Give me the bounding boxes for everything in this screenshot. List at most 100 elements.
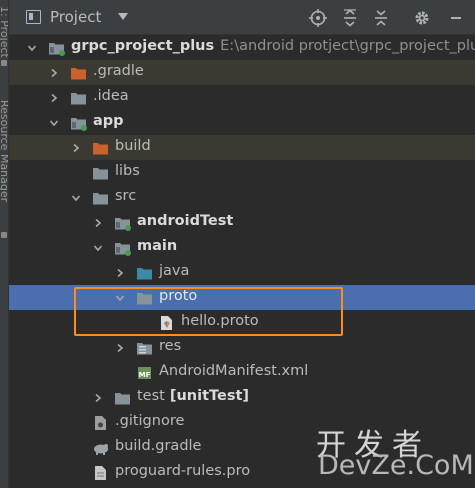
tree-row-main[interactable]: main bbox=[9, 235, 475, 260]
chevron-down-icon[interactable] bbox=[115, 293, 125, 303]
chevron-right-icon[interactable] bbox=[49, 93, 59, 103]
chevron-right-icon[interactable] bbox=[93, 218, 103, 228]
tree-row-gradle[interactable]: .gradle bbox=[9, 60, 475, 85]
gray-folder-icon bbox=[92, 190, 108, 206]
gray-folder-icon bbox=[70, 90, 86, 106]
tab-resource-manager[interactable]: Resource Manager bbox=[0, 100, 8, 202]
tree-item-label: hello.proto bbox=[181, 313, 259, 329]
res-folder-icon bbox=[136, 340, 152, 356]
tree-item-name: main bbox=[137, 238, 178, 254]
left-tool-strip: 1: Project Resource Manager bbox=[0, 0, 9, 488]
watermark: 开发者 DevZe.CoM bbox=[316, 420, 474, 486]
gradle-file-icon bbox=[92, 440, 108, 456]
tree-item-name: build.gradle bbox=[115, 438, 202, 454]
chevron-down-icon[interactable] bbox=[27, 43, 37, 53]
tree-item-name: res bbox=[159, 338, 182, 354]
tree-item-label: res bbox=[159, 338, 181, 354]
chevron-right-icon[interactable] bbox=[93, 393, 103, 403]
tree-row-libs[interactable]: libs bbox=[9, 160, 475, 185]
svg-text:MF: MF bbox=[139, 371, 151, 379]
tree-row-androidmanifest-xml[interactable]: MF AndroidManifest.xml bbox=[9, 360, 475, 385]
tree-item-name: hello.proto bbox=[181, 313, 259, 329]
tree-item-name: androidTest bbox=[137, 213, 234, 229]
tree-item-label: build.gradle bbox=[115, 438, 201, 454]
chevron-right-icon[interactable] bbox=[115, 343, 125, 353]
chevron-right-icon[interactable] bbox=[115, 268, 125, 278]
tree-item-label: proto bbox=[159, 288, 197, 304]
manifest-file-icon: MF bbox=[136, 365, 152, 381]
orange-folder-icon bbox=[70, 65, 86, 81]
tree-item-name: .gitignore bbox=[115, 413, 185, 429]
tree-item-name: build bbox=[115, 138, 151, 154]
strip-marker-icon bbox=[1, 232, 7, 238]
chevron-right-icon[interactable] bbox=[49, 68, 59, 78]
tree-item-name: proguard-rules.pro bbox=[115, 463, 251, 479]
module-folder-icon bbox=[70, 115, 87, 131]
tree-item-name: .gradle bbox=[93, 63, 144, 79]
tree-row-hello-proto[interactable]: hello.proto bbox=[9, 310, 475, 335]
tree-row-grpc-project-plus[interactable]: grpc_project_plus E:\android protject\grp… bbox=[9, 35, 475, 60]
tree-item-label: grpc_project_plus E:\android protject\grp… bbox=[71, 38, 475, 54]
tree-item-suffix: [unitTest] bbox=[169, 388, 250, 404]
tab-project[interactable]: 1: Project bbox=[0, 6, 8, 58]
tree-row-src[interactable]: src bbox=[9, 185, 475, 210]
tree-item-label: .gitignore bbox=[115, 413, 184, 429]
text-file-icon bbox=[92, 465, 108, 481]
tree-item-label: main bbox=[137, 238, 177, 254]
project-view-icon bbox=[26, 10, 41, 24]
locate-icon[interactable] bbox=[308, 8, 328, 28]
collapse-all-icon[interactable] bbox=[371, 8, 391, 28]
tree-item-name: proto bbox=[159, 288, 198, 304]
tree-item-name: test bbox=[137, 388, 165, 404]
module-folder-icon bbox=[114, 240, 131, 256]
orange-folder-icon bbox=[92, 140, 108, 156]
tree-item-label: java bbox=[159, 263, 189, 279]
tree-row-proto[interactable]: proto bbox=[9, 285, 475, 310]
watermark-en: DevZe.CoM bbox=[318, 450, 474, 481]
chevron-down-icon[interactable] bbox=[118, 13, 128, 20]
project-toolbar: Project bbox=[9, 0, 475, 35]
tree-item-name: libs bbox=[115, 163, 140, 179]
expand-all-icon[interactable] bbox=[340, 8, 360, 28]
tree-item-label: proguard-rules.pro bbox=[115, 463, 250, 479]
tree-row-test[interactable]: test [unitTest] bbox=[9, 385, 475, 410]
tree-row-app[interactable]: app bbox=[9, 110, 475, 135]
chevron-right-icon[interactable] bbox=[71, 143, 81, 153]
chevron-down-icon[interactable] bbox=[71, 193, 81, 203]
tree-item-name: .idea bbox=[93, 88, 129, 104]
tree-item-label: test [unitTest] bbox=[137, 388, 249, 404]
proto-file-icon bbox=[158, 315, 174, 331]
tree-item-label: build bbox=[115, 138, 151, 154]
source-folder-icon bbox=[136, 265, 152, 281]
strip-marker-icon bbox=[1, 60, 7, 66]
tree-item-label: .gradle bbox=[93, 63, 144, 79]
tree-item-label: libs bbox=[115, 163, 140, 179]
view-title[interactable]: Project bbox=[50, 8, 101, 26]
tree-item-path: E:\android protject\grpc_project_plus bbox=[220, 38, 475, 54]
tree-item-name: app bbox=[93, 113, 124, 129]
tree-row-idea[interactable]: .idea bbox=[9, 85, 475, 110]
tree-row-androidtest[interactable]: androidTest bbox=[9, 210, 475, 235]
tree-item-label: androidTest bbox=[137, 213, 233, 229]
tree-item-name: AndroidManifest.xml bbox=[159, 363, 309, 379]
tree-item-name: java bbox=[159, 263, 190, 279]
module-folder-icon bbox=[48, 40, 65, 56]
minimize-icon[interactable] bbox=[446, 8, 466, 28]
gray-folder-icon bbox=[114, 390, 130, 406]
tree-item-label: src bbox=[115, 188, 136, 204]
tree-item-label: app bbox=[93, 113, 124, 129]
gray-folder-icon bbox=[136, 290, 152, 306]
chevron-down-icon[interactable] bbox=[93, 243, 103, 253]
tree-row-build[interactable]: build bbox=[9, 135, 475, 160]
module-folder-icon bbox=[114, 215, 131, 231]
tree-row-res[interactable]: res bbox=[9, 335, 475, 360]
gitignore-file-icon bbox=[92, 415, 108, 431]
chevron-down-icon[interactable] bbox=[49, 118, 59, 128]
gear-icon[interactable] bbox=[412, 8, 432, 28]
tree-item-name: grpc_project_plus bbox=[71, 38, 215, 54]
tree-item-name: src bbox=[115, 188, 137, 204]
tree-row-java[interactable]: java bbox=[9, 260, 475, 285]
tree-item-label: .idea bbox=[93, 88, 129, 104]
tree-item-label: AndroidManifest.xml bbox=[159, 363, 308, 379]
gray-folder-icon bbox=[92, 165, 108, 181]
